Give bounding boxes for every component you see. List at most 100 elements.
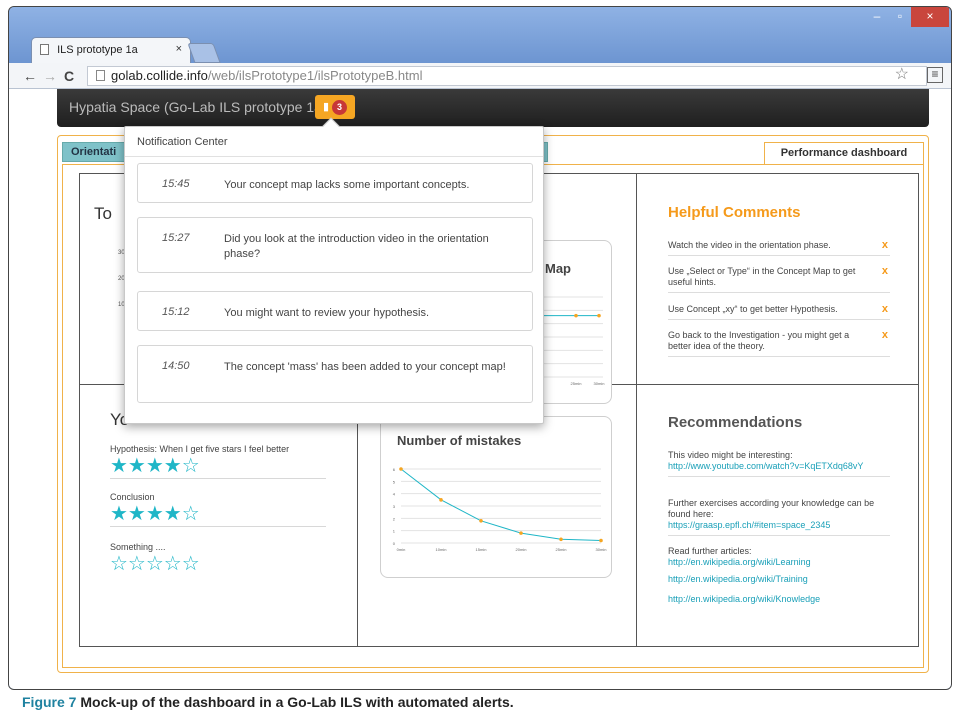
notification-time: 15:45 <box>162 178 190 190</box>
y-tick-label: 6 <box>393 467 396 472</box>
bookmark-star-icon[interactable]: ☆ <box>895 64 909 84</box>
comment-item: Go back to the Investigation - you might… <box>668 330 890 357</box>
notification-message: Did you look at the introduction video i… <box>224 233 489 260</box>
rating-row: Something .... ☆☆☆☆☆ <box>110 542 326 576</box>
notification-message: You might want to review your hypothesis… <box>224 307 430 319</box>
maximize-icon[interactable]: ▫ <box>889 7 911 27</box>
figure-caption: Figure 7 Mock-up of the dashboard in a G… <box>22 694 514 710</box>
page-icon <box>40 44 49 55</box>
notification-time: 14:50 <box>162 360 190 372</box>
recommendation-item: This video might be interesting: http://… <box>668 450 890 477</box>
recommendation-text: Read further articles: <box>668 546 752 556</box>
notification-center-popover: Notification Center 15:45 Your concept m… <box>124 117 544 424</box>
recommendation-item: http://en.wikipedia.org/wiki/Knowledge <box>668 594 890 605</box>
bell-icon: ▮ <box>323 101 330 113</box>
recommendation-text: This video might be interesting: <box>668 450 793 460</box>
tab-orientation[interactable]: Orientati <box>62 142 132 162</box>
x-tick-label: 25min <box>556 547 567 552</box>
recommendation-link[interactable]: http://www.youtube.com/watch?v=KqETXdq68… <box>668 461 890 472</box>
recommendation-text: Further exercises according your knowled… <box>668 498 875 519</box>
app-header: Hypatia Space (Go-Lab ILS prototype 1a) … <box>57 89 929 127</box>
rating-label: Conclusion <box>110 492 155 502</box>
notification-item[interactable]: 14:50 The concept 'mass' has been added … <box>137 345 533 403</box>
x-tick-label: 25min <box>571 381 582 386</box>
recommendation-link[interactable]: http://en.wikipedia.org/wiki/Knowledge <box>668 594 890 605</box>
recommendations-title: Recommendations <box>668 414 803 431</box>
dismiss-icon[interactable]: x <box>882 240 888 251</box>
menu-icon[interactable]: ≡ <box>927 67 943 83</box>
browser-tab-title: ILS prototype 1a <box>57 44 138 56</box>
chart-title: Number of mistakes <box>397 433 522 448</box>
minimize-icon[interactable]: – <box>865 7 889 27</box>
back-icon[interactable]: ← <box>23 68 37 84</box>
comment-item: Watch the video in the orientation phase… <box>668 240 890 256</box>
star-rating[interactable]: ★★★★☆ <box>110 502 326 526</box>
tab-close-icon[interactable]: × <box>176 43 182 55</box>
new-tab-button[interactable] <box>187 43 221 63</box>
dismiss-icon[interactable]: x <box>882 330 888 341</box>
recommendation-link[interactable]: http://en.wikipedia.org/wiki/Learning <box>668 557 890 568</box>
browser-tab[interactable]: ILS prototype 1a × <box>31 37 191 65</box>
y-tick-label: 3 <box>393 504 396 509</box>
x-tick-label: 10min <box>436 547 447 552</box>
notification-time: 15:12 <box>162 306 190 318</box>
recommendation-item: Read further articles: http://en.wikiped… <box>668 546 890 568</box>
y-tick-label: 1 <box>393 529 396 534</box>
dismiss-icon[interactable]: x <box>882 266 888 277</box>
mistakes-chart-card: Number of mistakes 0 1 2 3 4 5 6 0min 10min 15min… <box>380 416 612 578</box>
rating-row: Conclusion ★★★★☆ <box>110 492 326 527</box>
comment-text: Watch the video in the orientation phase… <box>668 240 831 250</box>
y-tick-label: 0 <box>393 541 396 546</box>
notification-item[interactable]: 15:27 Did you look at the introduction v… <box>137 217 533 273</box>
notification-item[interactable]: 15:12 You might want to review your hypo… <box>137 291 533 331</box>
notification-item[interactable]: 15:45 Your concept map lacks some import… <box>137 163 533 203</box>
recommendation-item: Further exercises according your knowled… <box>668 498 890 536</box>
series-line <box>400 468 602 542</box>
data-point <box>479 519 483 523</box>
forward-icon[interactable]: → <box>43 68 57 84</box>
data-point <box>597 313 601 318</box>
x-tick-label: 30min <box>594 381 605 386</box>
data-point <box>519 531 523 535</box>
rating-label: Something .... <box>110 542 166 552</box>
data-point <box>559 537 563 542</box>
x-tick-label: 15min <box>476 547 487 552</box>
browser-titlebar: ILS prototype 1a × – ▫ × <box>9 7 951 65</box>
y-tick-label: 4 <box>393 492 396 497</box>
close-window-icon[interactable]: × <box>911 7 949 27</box>
recommendation-link[interactable]: https://graasp.epfl.ch/#item=space_2345 <box>668 520 890 531</box>
tab-performance-dashboard[interactable]: Performance dashboard <box>764 142 924 164</box>
app-title: Hypatia Space (Go-Lab ILS prototype 1a) <box>69 99 327 115</box>
star-rating[interactable]: ☆☆☆☆☆ <box>110 552 326 576</box>
data-point <box>439 498 443 502</box>
url-host: golab.collide.info <box>111 68 208 83</box>
figure-number: Figure 7 <box>22 694 77 710</box>
notification-message: Your concept map lacks some important co… <box>224 179 470 191</box>
address-bar-row: ← → C golab.collide.info/web/ilsPrototyp… <box>9 63 951 89</box>
comment-item: Use Concept „xy“ to get better Hypothesi… <box>668 304 890 320</box>
reload-icon[interactable]: C <box>64 68 74 84</box>
caption-text: Mock-up of the dashboard in a Go-Lab ILS… <box>76 694 514 710</box>
y-tick-label: 2 <box>393 516 396 521</box>
notification-count-badge: 3 <box>332 100 347 115</box>
page-icon <box>96 70 105 81</box>
dismiss-icon[interactable]: x <box>882 304 888 315</box>
notification-button[interactable]: ▮ 3 <box>315 95 355 119</box>
y-tick-label: 5 <box>393 479 396 484</box>
comment-text: Use Concept „xy“ to get better Hypothesi… <box>668 304 838 314</box>
data-point <box>399 467 403 471</box>
data-point <box>574 313 578 318</box>
comment-text: Use „Select or Type“ in the Concept Map … <box>668 266 856 287</box>
divider <box>636 174 637 646</box>
chart-title: Map <box>545 261 571 276</box>
notification-message: The concept 'mass' has been added to you… <box>224 361 506 373</box>
top-left-title: To <box>94 204 112 223</box>
x-tick-label: 30min <box>596 547 607 552</box>
rating-row: Hypothesis: When I get five stars I feel… <box>110 444 326 479</box>
recommendation-link[interactable]: http://en.wikipedia.org/wiki/Training <box>668 574 890 585</box>
star-rating[interactable]: ★★★★☆ <box>110 454 326 478</box>
recommendation-item: http://en.wikipedia.org/wiki/Training <box>668 574 890 585</box>
url-path: /web/ilsPrototype1/ilsPrototypeB.html <box>207 68 423 83</box>
url-field[interactable]: golab.collide.info/web/ilsPrototype1/ils… <box>87 66 927 86</box>
notification-center-title: Notification Center <box>125 127 543 157</box>
